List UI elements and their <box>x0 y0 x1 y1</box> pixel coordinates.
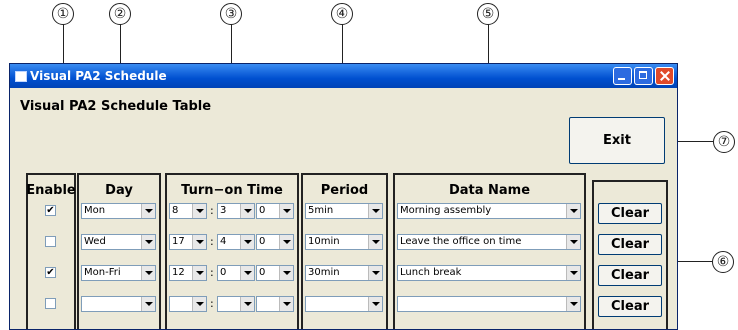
chevron-down-icon[interactable] <box>279 266 293 280</box>
period-select[interactable]: 30min <box>305 265 383 281</box>
chevron-down-icon[interactable] <box>368 266 382 280</box>
hour-select[interactable]: 12 <box>169 265 207 281</box>
period-value: 10min <box>308 236 340 247</box>
chevron-down-icon[interactable] <box>192 266 206 280</box>
maximize-icon[interactable] <box>634 67 653 85</box>
chevron-down-icon[interactable] <box>279 297 293 311</box>
period-select[interactable]: 10min <box>305 234 383 250</box>
second-select[interactable]: 0 <box>256 203 294 219</box>
clear-button[interactable]: Clear <box>598 296 662 317</box>
enable-checkbox[interactable]: ✔ <box>45 267 56 278</box>
second-select[interactable] <box>256 296 294 312</box>
time-column-header: Turn−on Time <box>181 183 283 198</box>
chevron-down-icon[interactable] <box>368 297 382 311</box>
minute-select[interactable]: 0 <box>217 265 255 281</box>
second-value: 0 <box>259 236 266 247</box>
chevron-down-icon[interactable] <box>566 204 580 218</box>
callout-5: ⑤ <box>477 3 499 25</box>
callout-6: ⑥ <box>712 251 734 273</box>
chevron-down-icon[interactable] <box>279 204 293 218</box>
chevron-down-icon[interactable] <box>240 204 254 218</box>
chevron-down-icon[interactable] <box>141 297 155 311</box>
hour-select[interactable]: 17 <box>169 234 207 250</box>
callout-3: ③ <box>220 3 242 25</box>
time-separator: : <box>210 235 214 248</box>
data-name-select[interactable]: Leave the office on time <box>397 234 581 250</box>
second-value: 0 <box>259 205 266 216</box>
minute-select[interactable] <box>217 296 255 312</box>
day-value: Wed <box>84 236 106 247</box>
period-value: 5min <box>308 205 334 216</box>
data-name-value: Lunch break <box>400 267 462 278</box>
time-separator: : <box>210 266 214 279</box>
exit-button[interactable]: Exit <box>569 117 665 164</box>
hour-select[interactable] <box>169 296 207 312</box>
chevron-down-icon[interactable] <box>240 297 254 311</box>
enable-checkbox[interactable] <box>45 236 56 247</box>
enable-checkbox[interactable] <box>45 298 56 309</box>
data-name-value: Morning assembly <box>400 205 492 216</box>
second-select[interactable]: 0 <box>256 265 294 281</box>
chevron-down-icon[interactable] <box>279 235 293 249</box>
minute-value: 0 <box>220 267 227 278</box>
data-name-select[interactable]: Lunch break <box>397 265 581 281</box>
data-name-value: Leave the office on time <box>400 236 522 247</box>
minute-select[interactable]: 4 <box>217 234 255 250</box>
period-select[interactable]: 5min <box>305 203 383 219</box>
hour-value: 17 <box>172 236 185 247</box>
chevron-down-icon[interactable] <box>566 297 580 311</box>
day-value: Mon <box>84 205 106 216</box>
data-name-column-header: Data Name <box>448 183 531 198</box>
chevron-down-icon[interactable] <box>141 266 155 280</box>
enable-checkbox[interactable]: ✔ <box>45 205 56 216</box>
clear-button[interactable]: Clear <box>598 265 662 286</box>
day-select[interactable] <box>81 296 156 312</box>
chevron-down-icon[interactable] <box>368 204 382 218</box>
schedule-window: Visual PA2 Schedule Visual PA2 Schedule … <box>9 63 678 330</box>
chevron-down-icon[interactable] <box>192 235 206 249</box>
enable-column-header: Enable <box>26 183 76 198</box>
day-column-header: Day <box>105 183 133 198</box>
callout-2: ② <box>109 3 131 25</box>
minute-value: 4 <box>220 236 227 247</box>
day-select[interactable]: Mon-Fri <box>81 265 156 281</box>
day-select[interactable]: Mon <box>81 203 156 219</box>
minute-value: 3 <box>220 205 227 216</box>
close-icon[interactable] <box>655 67 674 85</box>
callout-7: ⑦ <box>713 131 735 153</box>
title-bar: Visual PA2 Schedule <box>10 64 677 88</box>
callout-4: ④ <box>331 3 353 25</box>
hour-select[interactable]: 8 <box>169 203 207 219</box>
minimize-icon[interactable] <box>613 67 632 85</box>
chevron-down-icon[interactable] <box>566 266 580 280</box>
clear-button[interactable]: Clear <box>598 234 662 255</box>
chevron-down-icon[interactable] <box>192 297 206 311</box>
hour-value: 8 <box>172 205 179 216</box>
hour-value: 12 <box>172 267 185 278</box>
chevron-down-icon[interactable] <box>566 235 580 249</box>
time-separator: : <box>210 204 214 217</box>
second-select[interactable]: 0 <box>256 234 294 250</box>
page-title: Visual PA2 Schedule Table <box>20 99 212 114</box>
clear-button[interactable]: Clear <box>598 203 662 224</box>
minute-select[interactable]: 3 <box>217 203 255 219</box>
chevron-down-icon[interactable] <box>141 235 155 249</box>
time-separator: : <box>210 297 214 310</box>
data-name-select[interactable] <box>397 296 581 312</box>
data-name-select[interactable]: Morning assembly <box>397 203 581 219</box>
period-value: 30min <box>308 267 340 278</box>
second-value: 0 <box>259 267 266 278</box>
period-select[interactable] <box>305 296 383 312</box>
period-column-header: Period <box>320 183 369 198</box>
window-title: Visual PA2 Schedule <box>30 69 167 83</box>
day-value: Mon-Fri <box>84 267 121 278</box>
chevron-down-icon[interactable] <box>240 235 254 249</box>
day-select[interactable]: Wed <box>81 234 156 250</box>
chevron-down-icon[interactable] <box>368 235 382 249</box>
callout-1: ① <box>52 3 74 25</box>
chevron-down-icon[interactable] <box>141 204 155 218</box>
app-icon <box>15 71 27 82</box>
chevron-down-icon[interactable] <box>240 266 254 280</box>
chevron-down-icon[interactable] <box>192 204 206 218</box>
